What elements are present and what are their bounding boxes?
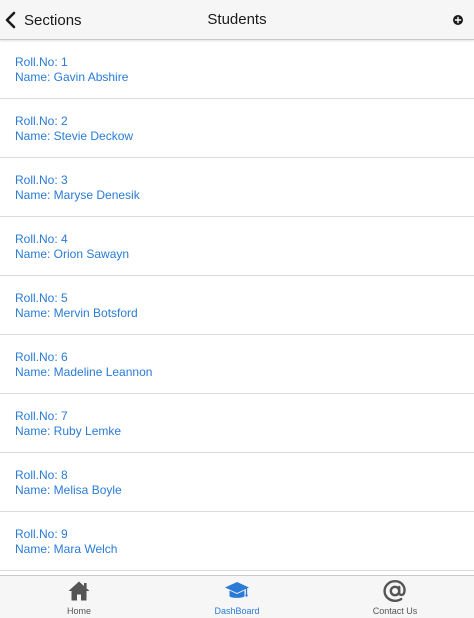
home-icon <box>66 579 92 603</box>
back-button-label: Sections <box>24 11 82 29</box>
student-list: Roll.No: 1 Name: Gavin Abshire Roll.No: … <box>0 40 474 575</box>
tab-dashboard-label: DashBoard <box>214 606 260 616</box>
student-name: Name: Gavin Abshire <box>15 70 129 84</box>
tab-contact-us-label: Contact Us <box>372 606 418 616</box>
student-roll-number: Roll.No: 2 <box>15 114 68 128</box>
student-name: Name: Madeline Leannon <box>15 365 153 379</box>
at-sign-icon <box>382 579 408 603</box>
student-list-item[interactable]: Roll.No: 6 Name: Madeline Leannon <box>0 335 474 394</box>
tab-home-label: Home <box>66 606 91 616</box>
student-list-item[interactable]: Roll.No: 4 Name: Orion Sawayn <box>0 217 474 276</box>
student-roll-number: Roll.No: 1 <box>15 55 68 69</box>
student-roll-number: Roll.No: 8 <box>15 468 68 482</box>
student-roll-number: Roll.No: 3 <box>15 173 68 187</box>
tab-bar: Home DashBoard Contact Us <box>0 575 474 618</box>
student-list-item[interactable]: Roll.No: 7 Name: Ruby Lemke <box>0 394 474 453</box>
back-button[interactable]: Sections <box>4 6 82 34</box>
header-bar: Sections Students <box>0 0 474 40</box>
add-button[interactable] <box>450 12 466 28</box>
app-root: Sections Students Roll.No: 1 Name: Gavin… <box>0 0 474 618</box>
student-name: Name: Maryse Denesik <box>15 188 140 202</box>
student-roll-number: Roll.No: 7 <box>15 409 68 423</box>
student-list-item[interactable]: Roll.No: 2 Name: Stevie Deckow <box>0 99 474 158</box>
chevron-left-icon <box>4 11 18 29</box>
student-roll-number: Roll.No: 6 <box>15 350 68 364</box>
tab-home[interactable]: Home <box>0 576 158 618</box>
tab-contact-us[interactable]: Contact Us <box>316 576 474 618</box>
student-roll-number: Roll.No: 4 <box>15 232 68 246</box>
student-roll-number: Roll.No: 5 <box>15 291 68 305</box>
student-list-item[interactable]: Roll.No: 8 Name: Melisa Boyle <box>0 453 474 512</box>
plus-circle-icon <box>450 15 466 32</box>
student-list-item[interactable]: Roll.No: 9 Name: Mara Welch <box>0 512 474 571</box>
student-name: Name: Ruby Lemke <box>15 424 122 438</box>
student-list-item[interactable]: Roll.No: 5 Name: Mervin Botsford <box>0 276 474 335</box>
student-name: Name: Stevie Deckow <box>15 129 134 143</box>
student-name: Name: Mervin Botsford <box>15 306 138 320</box>
student-list-item[interactable]: Roll.No: 1 Name: Gavin Abshire <box>0 40 474 99</box>
tab-dashboard[interactable]: DashBoard <box>158 576 316 618</box>
student-name: Name: Melisa Boyle <box>15 483 122 497</box>
student-name: Name: Mara Welch <box>15 542 118 556</box>
student-roll-number: Roll.No: 9 <box>15 527 68 541</box>
student-list-item[interactable]: Roll.No: 3 Name: Maryse Denesik <box>0 158 474 217</box>
graduation-cap-icon <box>224 579 250 603</box>
student-name: Name: Orion Sawayn <box>15 247 130 261</box>
